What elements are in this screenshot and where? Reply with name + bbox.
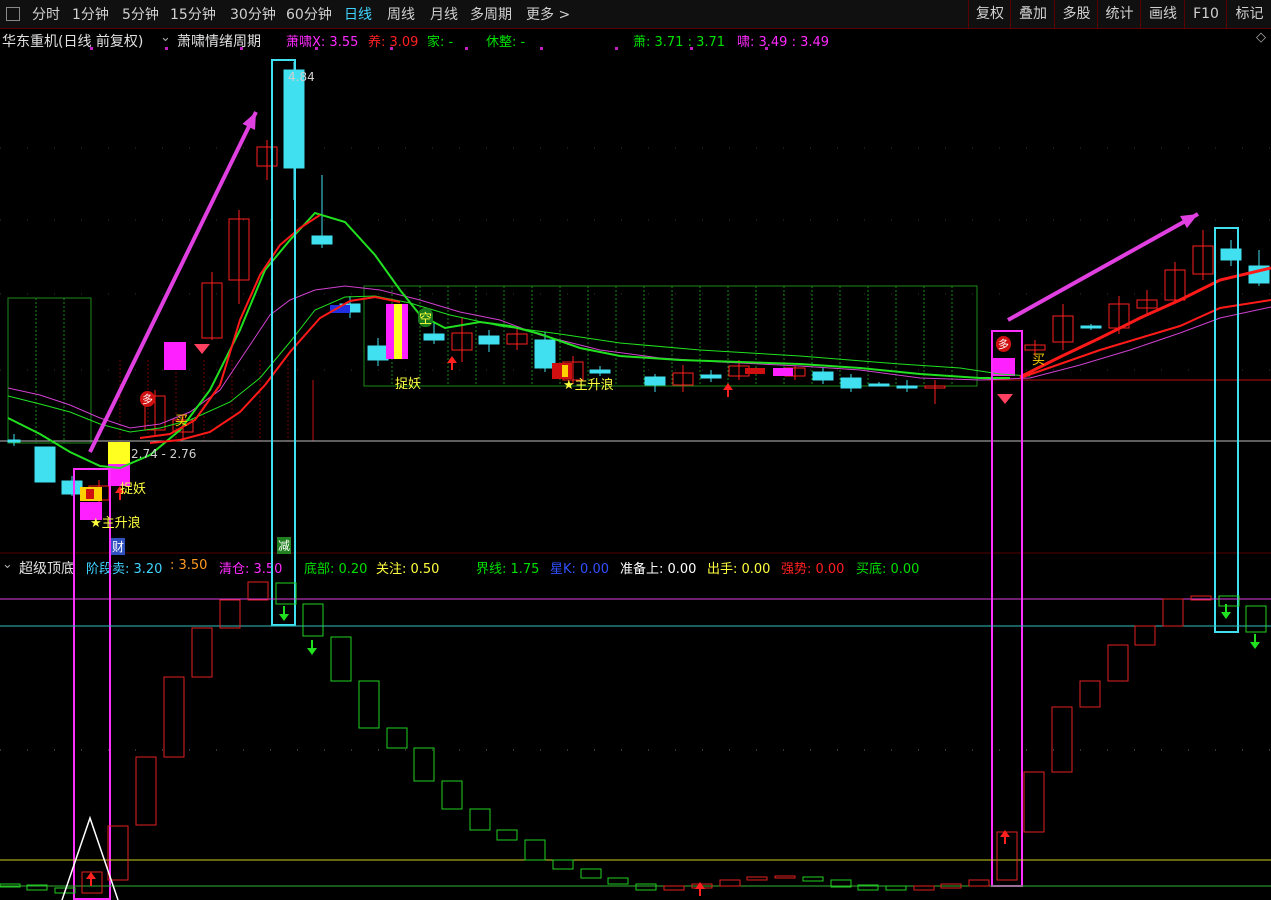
- ma-red-line: [1019, 266, 1271, 379]
- oscillator-bar: [247, 581, 269, 601]
- oscillator-bar: [135, 756, 157, 826]
- oscillator-bar: [275, 582, 297, 605]
- candle-body: [367, 345, 389, 361]
- oscillator-bar: [607, 877, 629, 885]
- oscillator-bar: [663, 885, 685, 891]
- oscillator-bar: [802, 876, 824, 882]
- signal-bar: [394, 304, 402, 359]
- signal-bar: [86, 489, 94, 499]
- marker-dot: [165, 47, 168, 50]
- signal-frame-magenta: [73, 468, 111, 900]
- candle-body: [1080, 325, 1102, 329]
- cai-label: 财: [111, 538, 126, 555]
- oscillator-bar: [441, 780, 463, 810]
- diamond-gem-icon: [997, 394, 1013, 404]
- oscillator-bar: [746, 876, 768, 881]
- candle-body: [478, 335, 500, 345]
- oscillator-bar: [219, 599, 241, 629]
- diamond-gem-icon: [194, 344, 210, 354]
- oscillator-bar: [1134, 625, 1156, 646]
- oscillator-bar: [1023, 771, 1045, 833]
- main-wave-label: ★主升浪: [563, 378, 614, 393]
- marker-dot: [315, 47, 318, 50]
- consolidation-box: [7, 297, 92, 444]
- oscillator-bar: [968, 879, 990, 887]
- oscillator-bar: [524, 839, 546, 861]
- empty-label: 空: [418, 308, 434, 327]
- main-wave-label: ★主升浪: [90, 516, 141, 531]
- oscillator-bar: [552, 859, 574, 870]
- high-price-label: 4.84: [288, 70, 315, 84]
- oscillator-bar: [1051, 706, 1073, 773]
- candle-body: [423, 333, 445, 341]
- ma-red-line: [1019, 299, 1271, 379]
- oscillator-bar: [191, 627, 213, 678]
- ma-red-line: [139, 214, 321, 439]
- buy-arrow-icon: [1000, 830, 1010, 837]
- oscillator-bar: [496, 829, 518, 841]
- duo-label: 多: [996, 336, 1011, 352]
- sell-arrow-icon: [1250, 642, 1260, 649]
- candle-body: [589, 369, 611, 374]
- signal-bar: [386, 304, 394, 359]
- candle-body: [311, 235, 333, 245]
- oscillator-bar: [302, 603, 324, 637]
- signal-bar: [164, 342, 186, 370]
- catch-demon-label: 捉妖: [395, 377, 422, 392]
- candle-body: [34, 446, 56, 483]
- oscillator-bar: [580, 868, 602, 879]
- marker-dot: [615, 47, 618, 50]
- low-range-label: 2.74 - 2.76: [131, 447, 197, 461]
- buy-arrow-icon: [86, 872, 96, 879]
- oscillator-bar: [1218, 595, 1240, 607]
- marker-dot: [465, 47, 468, 50]
- candle-body: [868, 383, 890, 387]
- candle-body: [896, 385, 918, 389]
- candle-body: [700, 374, 722, 379]
- signal-bar: [108, 442, 130, 464]
- oscillator-bar: [163, 676, 185, 758]
- buy-label: 买: [175, 414, 189, 429]
- signal-frame-cyan: [1214, 227, 1239, 633]
- sell-arrow-icon: [307, 648, 317, 655]
- oscillator-bar: [413, 747, 435, 782]
- oscillator-bar: [330, 636, 352, 682]
- duo-label: 多: [140, 391, 155, 407]
- marker-dot: [690, 47, 693, 50]
- marker-dot: [90, 47, 93, 50]
- signal-bar: [402, 304, 408, 359]
- oscillator-bar: [635, 883, 657, 891]
- sell-arrow-icon: [279, 614, 289, 621]
- oscillator-bar: [774, 875, 796, 879]
- oscillator-bar: [1079, 680, 1101, 708]
- oscillator-bar: [469, 808, 491, 831]
- oscillator-bar: [996, 831, 1018, 881]
- ma-green-thin-line: [7, 295, 1031, 433]
- oscillator-bar: [913, 885, 935, 891]
- sell-arrow-icon: [1221, 612, 1231, 619]
- marker-dot: [240, 47, 243, 50]
- signal-bar: [773, 368, 793, 376]
- candle-body: [61, 480, 83, 495]
- oscillator-bar: [885, 885, 907, 891]
- candle-body: [812, 371, 834, 381]
- oscillator-bar: [1162, 598, 1184, 627]
- candle-body: [840, 377, 862, 389]
- marker-dot: [540, 47, 543, 50]
- oscillator-bar: [386, 727, 408, 749]
- candle-body: [644, 376, 666, 386]
- marker-dot: [390, 47, 393, 50]
- signal-bar: [745, 368, 765, 374]
- oscillator-bar: [358, 680, 380, 729]
- marker-dot: [765, 47, 768, 50]
- candle-body: [7, 439, 21, 443]
- oscillator-bar: [1107, 644, 1129, 682]
- buy-label: 买: [1032, 353, 1046, 368]
- jian-label: 减: [277, 537, 292, 554]
- oscillator-bar: [1245, 605, 1267, 633]
- catch-demon-label: 捉妖: [120, 482, 147, 497]
- oscillator-bar: [719, 879, 741, 887]
- signal-frame-magenta: [991, 330, 1023, 887]
